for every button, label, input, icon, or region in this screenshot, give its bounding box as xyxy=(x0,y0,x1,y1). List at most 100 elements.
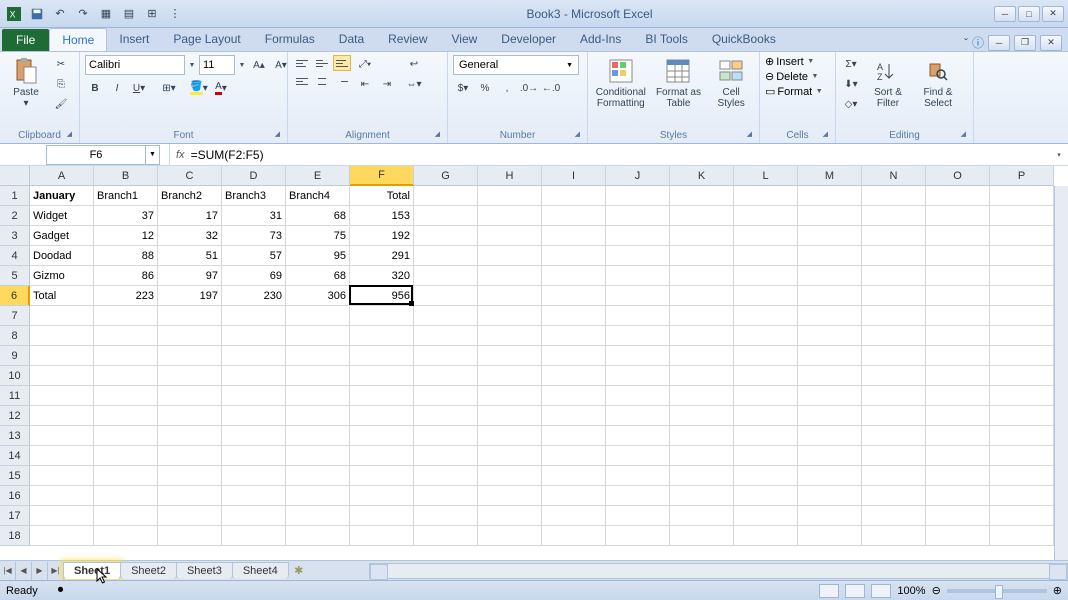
insert-button[interactable]: ⊕ Insert▼ xyxy=(765,55,824,68)
cell[interactable]: 68 xyxy=(286,206,350,226)
cell[interactable] xyxy=(542,306,606,326)
cell[interactable] xyxy=(606,246,670,266)
cell[interactable] xyxy=(350,306,414,326)
ribbon-tab-add-ins[interactable]: Add-Ins xyxy=(568,28,633,51)
cell[interactable] xyxy=(478,266,542,286)
cell[interactable] xyxy=(606,226,670,246)
align-right-button[interactable] xyxy=(333,73,351,89)
column-header[interactable]: L xyxy=(734,166,798,186)
cell[interactable] xyxy=(350,426,414,446)
cell[interactable]: 291 xyxy=(350,246,414,266)
cell[interactable]: Widget xyxy=(30,206,94,226)
format-button[interactable]: ▭ Format▼ xyxy=(765,85,824,98)
cell[interactable] xyxy=(862,446,926,466)
cell[interactable] xyxy=(286,406,350,426)
cell[interactable] xyxy=(542,366,606,386)
ribbon-tab-data[interactable]: Data xyxy=(327,28,376,51)
cell[interactable] xyxy=(734,326,798,346)
cell[interactable] xyxy=(862,386,926,406)
cell[interactable] xyxy=(222,326,286,346)
file-tab[interactable]: File xyxy=(2,29,49,51)
next-sheet-button[interactable]: ▶ xyxy=(32,562,48,580)
cell[interactable] xyxy=(926,346,990,366)
cell[interactable] xyxy=(990,506,1054,526)
cell[interactable] xyxy=(798,466,862,486)
cell[interactable] xyxy=(990,226,1054,246)
qat-icon[interactable]: ▦ xyxy=(96,4,116,24)
excel-icon[interactable]: X xyxy=(4,4,24,24)
cell[interactable] xyxy=(862,286,926,306)
column-header[interactable]: A xyxy=(30,166,94,186)
wrap-text-button[interactable]: ↩ xyxy=(401,55,427,73)
decrease-decimal-button[interactable]: ←.0 xyxy=(541,79,561,97)
cell[interactable] xyxy=(670,206,734,226)
cell[interactable] xyxy=(798,306,862,326)
cell[interactable] xyxy=(798,526,862,546)
bold-button[interactable]: B xyxy=(85,79,105,97)
cell[interactable] xyxy=(862,366,926,386)
cell[interactable] xyxy=(670,486,734,506)
cell[interactable] xyxy=(30,466,94,486)
cell[interactable] xyxy=(926,426,990,446)
column-header[interactable]: D xyxy=(222,166,286,186)
cell[interactable]: 197 xyxy=(158,286,222,306)
cell[interactable]: 37 xyxy=(94,206,158,226)
cell[interactable] xyxy=(30,406,94,426)
cell[interactable] xyxy=(862,466,926,486)
cell[interactable] xyxy=(94,506,158,526)
ribbon-tab-insert[interactable]: Insert xyxy=(107,28,161,51)
cell[interactable] xyxy=(94,426,158,446)
macro-record-icon[interactable]: ⏺ xyxy=(58,584,64,597)
cell[interactable] xyxy=(926,186,990,206)
cell[interactable]: 306 xyxy=(286,286,350,306)
cell[interactable] xyxy=(798,446,862,466)
help-icon[interactable]: ⓘ xyxy=(972,34,984,51)
cell[interactable] xyxy=(222,446,286,466)
cell[interactable] xyxy=(926,406,990,426)
cell[interactable] xyxy=(94,346,158,366)
ribbon-tab-home[interactable]: Home xyxy=(49,28,107,51)
cell[interactable] xyxy=(990,386,1054,406)
row-header[interactable]: 11 xyxy=(0,386,30,406)
cell[interactable] xyxy=(158,466,222,486)
cell[interactable] xyxy=(926,326,990,346)
cell[interactable] xyxy=(478,306,542,326)
cell[interactable] xyxy=(862,326,926,346)
cell[interactable] xyxy=(286,366,350,386)
cell[interactable] xyxy=(990,306,1054,326)
cell[interactable] xyxy=(478,506,542,526)
cell[interactable] xyxy=(158,366,222,386)
cell[interactable] xyxy=(862,206,926,226)
cell[interactable] xyxy=(606,526,670,546)
cell[interactable] xyxy=(478,226,542,246)
cell[interactable]: 153 xyxy=(350,206,414,226)
row-header[interactable]: 13 xyxy=(0,426,30,446)
cell[interactable]: 12 xyxy=(94,226,158,246)
cell[interactable] xyxy=(606,486,670,506)
qat-icon[interactable]: ⊞ xyxy=(142,4,162,24)
cell[interactable] xyxy=(862,306,926,326)
cell[interactable] xyxy=(478,466,542,486)
column-header[interactable]: E xyxy=(286,166,350,186)
cell[interactable] xyxy=(350,446,414,466)
page-layout-view-button[interactable] xyxy=(845,584,865,598)
cell[interactable] xyxy=(350,486,414,506)
cell[interactable] xyxy=(542,286,606,306)
cell[interactable] xyxy=(734,526,798,546)
cell[interactable] xyxy=(670,366,734,386)
cell[interactable] xyxy=(670,306,734,326)
ribbon-tab-review[interactable]: Review xyxy=(376,28,439,51)
cell[interactable] xyxy=(926,286,990,306)
cell[interactable] xyxy=(734,266,798,286)
cell[interactable] xyxy=(862,226,926,246)
align-top-button[interactable] xyxy=(293,55,311,71)
accounting-format-button[interactable]: $▾ xyxy=(453,79,473,97)
cell[interactable] xyxy=(670,286,734,306)
cell[interactable] xyxy=(350,386,414,406)
copy-icon[interactable]: ⎘ xyxy=(51,75,71,93)
font-name-combo[interactable]: Calibri xyxy=(85,55,185,75)
cell[interactable] xyxy=(670,246,734,266)
cell[interactable] xyxy=(286,346,350,366)
cell[interactable]: Branch2 xyxy=(158,186,222,206)
first-sheet-button[interactable]: |◀ xyxy=(0,562,16,580)
